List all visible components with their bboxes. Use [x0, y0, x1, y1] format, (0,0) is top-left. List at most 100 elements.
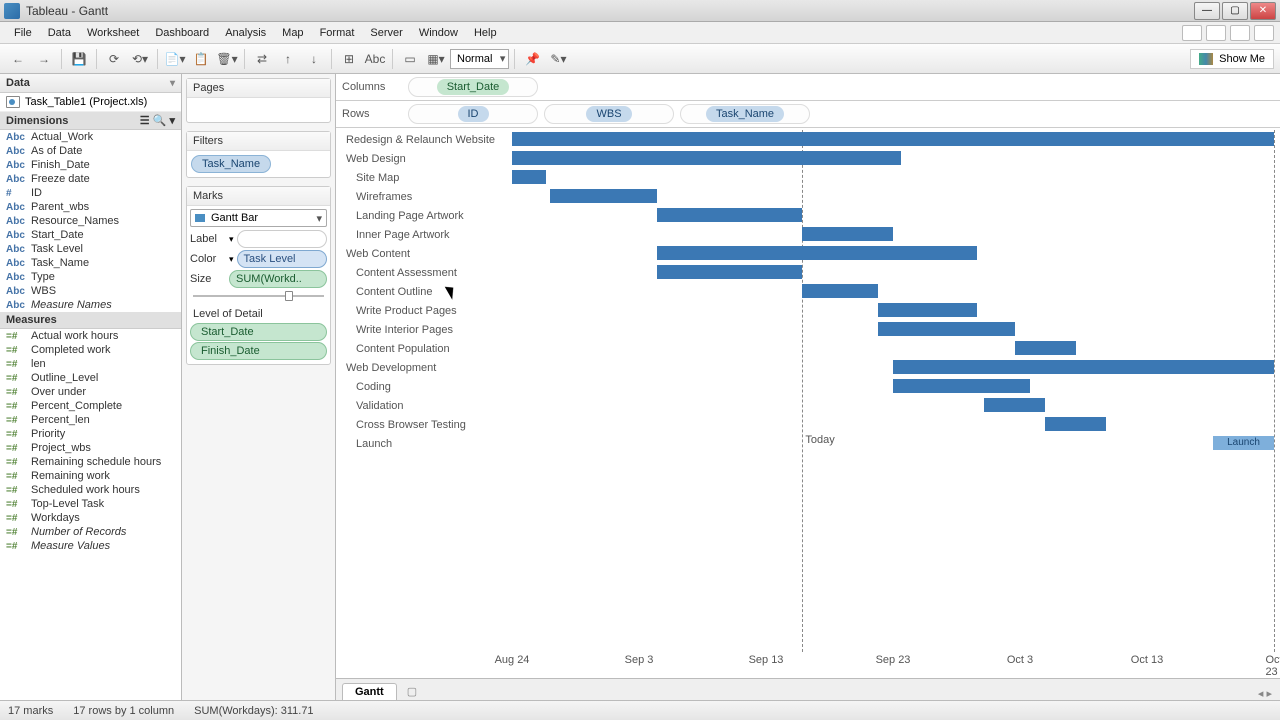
label-button[interactable]: Abc: [363, 48, 387, 70]
maximize-button[interactable]: ▢: [1222, 2, 1248, 20]
show-me-button[interactable]: Show Me: [1190, 49, 1274, 69]
field-start-date[interactable]: Start_Date: [0, 228, 181, 242]
layout-icon-2[interactable]: [1206, 25, 1226, 41]
color-shelf[interactable]: Task Level: [237, 250, 327, 268]
field-number-of-records[interactable]: Number of Records: [0, 525, 181, 539]
mark-type-selector[interactable]: Gantt Bar: [190, 209, 327, 227]
sheet-tab-gantt[interactable]: Gantt: [342, 683, 397, 700]
size-shelf[interactable]: SUM(Workd..: [229, 270, 327, 288]
gantt-bar[interactable]: [1045, 417, 1106, 431]
field-freeze-date[interactable]: Freeze date: [0, 172, 181, 186]
gantt-bar[interactable]: [512, 132, 1274, 146]
gantt-bar[interactable]: [512, 151, 901, 165]
close-button[interactable]: ✕: [1250, 2, 1276, 20]
clear-button[interactable]: 🗑▾: [215, 48, 239, 70]
field-priority[interactable]: Priority: [0, 427, 181, 441]
field-actual-work[interactable]: Actual_Work: [0, 130, 181, 144]
minimize-button[interactable]: —: [1194, 2, 1220, 20]
highlight-button[interactable]: ✎▾: [546, 48, 570, 70]
row-pill-taskname[interactable]: Task_Name: [706, 106, 784, 122]
gantt-bar[interactable]: [802, 227, 893, 241]
rows-shelf[interactable]: Rows ID WBS Task_Name: [336, 101, 1280, 128]
forward-button[interactable]: →: [32, 48, 56, 70]
field-as-of-date[interactable]: As of Date: [0, 144, 181, 158]
field-outline-level[interactable]: Outline_Level: [0, 371, 181, 385]
menu-server[interactable]: Server: [362, 24, 410, 42]
gantt-bar[interactable]: [878, 303, 977, 317]
field-len[interactable]: len: [0, 357, 181, 371]
auto-update-button[interactable]: ⟲▾: [128, 48, 152, 70]
duplicate-button[interactable]: 📋: [189, 48, 213, 70]
field-resource-names[interactable]: Resource_Names: [0, 214, 181, 228]
gantt-bar[interactable]: [550, 189, 657, 203]
gantt-bar[interactable]: [802, 284, 878, 298]
field-percent-complete[interactable]: Percent_Complete: [0, 399, 181, 413]
menu-window[interactable]: Window: [411, 24, 466, 42]
field-task-name[interactable]: Task_Name: [0, 256, 181, 270]
gantt-bar[interactable]: [1015, 341, 1076, 355]
layout-icon-1[interactable]: [1182, 25, 1202, 41]
field-parent-wbs[interactable]: Parent_wbs: [0, 200, 181, 214]
menu-help[interactable]: Help: [466, 24, 505, 42]
datasource-item[interactable]: Task_Table1 (Project.xls): [0, 93, 181, 112]
field-id[interactable]: ID: [0, 186, 181, 200]
menu-analysis[interactable]: Analysis: [217, 24, 274, 42]
field-finish-date[interactable]: Finish_Date: [0, 158, 181, 172]
layout-icon-3[interactable]: [1230, 25, 1250, 41]
field-type[interactable]: Type: [0, 270, 181, 284]
gantt-bar[interactable]: [984, 398, 1045, 412]
size-slider[interactable]: [193, 291, 324, 301]
field-measure-names[interactable]: Measure Names: [0, 298, 181, 312]
row-pill-id[interactable]: ID: [458, 106, 489, 122]
field-percent-len[interactable]: Percent_len: [0, 413, 181, 427]
lod-pill-finish[interactable]: Finish_Date: [190, 342, 327, 360]
menu-data[interactable]: Data: [40, 24, 79, 42]
gantt-bar[interactable]: [878, 322, 1015, 336]
swap-button[interactable]: ⇄: [250, 48, 274, 70]
menu-file[interactable]: File: [6, 24, 40, 42]
field-project-wbs[interactable]: Project_wbs: [0, 441, 181, 455]
label-shelf[interactable]: [237, 230, 327, 248]
new-worksheet-button[interactable]: 📄▾: [163, 48, 187, 70]
field-completed-work[interactable]: Completed work: [0, 343, 181, 357]
fit-selector[interactable]: Normal: [450, 49, 509, 69]
refresh-button[interactable]: ⟳: [102, 48, 126, 70]
view-cards-button[interactable]: ▦▾: [424, 48, 448, 70]
field-actual-work-hours[interactable]: Actual work hours: [0, 329, 181, 343]
gantt-bar[interactable]: Launch: [1213, 436, 1274, 450]
filters-shelf[interactable]: Filters Task_Name: [186, 131, 331, 178]
lod-pill-start[interactable]: Start_Date: [190, 323, 327, 341]
save-button[interactable]: 💾: [67, 48, 91, 70]
gantt-bar[interactable]: [657, 208, 802, 222]
pages-shelf[interactable]: Pages: [186, 78, 331, 123]
add-sheet-button[interactable]: ▢: [401, 683, 423, 700]
fix-axes-button[interactable]: 📌: [520, 48, 544, 70]
gantt-bar[interactable]: [893, 379, 1030, 393]
gantt-bar[interactable]: [893, 360, 1274, 374]
menu-format[interactable]: Format: [312, 24, 363, 42]
gantt-bar[interactable]: [512, 170, 546, 184]
filter-pill-taskname[interactable]: Task_Name: [191, 155, 271, 173]
gantt-bar[interactable]: [657, 246, 977, 260]
field-top-level-task[interactable]: Top-Level Task: [0, 497, 181, 511]
field-remaining-schedule-hours[interactable]: Remaining schedule hours: [0, 455, 181, 469]
field-remaining-work[interactable]: Remaining work: [0, 469, 181, 483]
menu-worksheet[interactable]: Worksheet: [79, 24, 147, 42]
col-pill-startdate[interactable]: Start_Date: [437, 79, 510, 95]
field-wbs[interactable]: WBS: [0, 284, 181, 298]
gantt-bar[interactable]: [657, 265, 802, 279]
field-over-under[interactable]: Over under: [0, 385, 181, 399]
field-workdays[interactable]: Workdays: [0, 511, 181, 525]
field-measure-values[interactable]: Measure Values: [0, 539, 181, 553]
row-pill-wbs[interactable]: WBS: [586, 106, 631, 122]
menu-map[interactable]: Map: [274, 24, 311, 42]
back-button[interactable]: ←: [6, 48, 30, 70]
tab-scroll-icon[interactable]: ◂ ▸: [1250, 687, 1280, 700]
field-scheduled-work-hours[interactable]: Scheduled work hours: [0, 483, 181, 497]
sort-desc-button[interactable]: ↓: [302, 48, 326, 70]
columns-shelf[interactable]: Columns Start_Date: [336, 74, 1280, 101]
home-icon[interactable]: [1254, 25, 1274, 41]
presentation-button[interactable]: ▭: [398, 48, 422, 70]
sort-asc-button[interactable]: ↑: [276, 48, 300, 70]
field-task-level[interactable]: Task Level: [0, 242, 181, 256]
